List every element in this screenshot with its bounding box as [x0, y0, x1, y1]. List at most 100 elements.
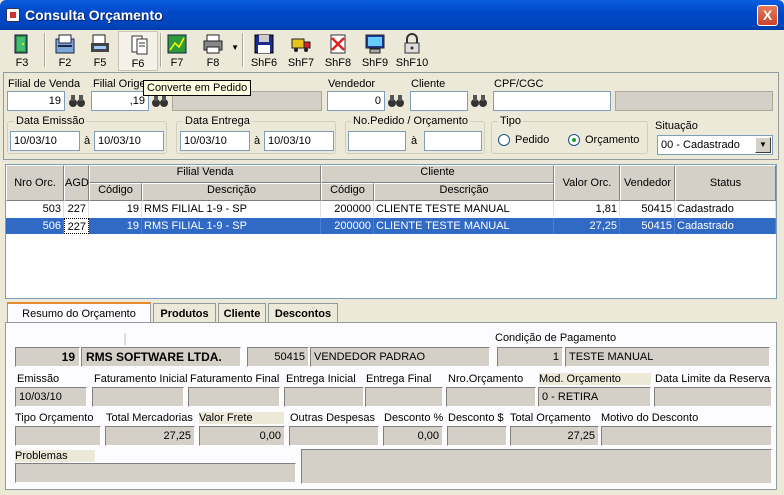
- print-preview-icon: [91, 34, 109, 52]
- cell-nro: 506: [6, 218, 64, 234]
- col-header-status[interactable]: Status: [675, 165, 776, 201]
- data-limite-label: Data Limite da Reserva: [655, 373, 770, 385]
- data-entrega-de[interactable]: 10/03/10: [180, 131, 250, 151]
- total-orcamento-value: 27,25: [510, 426, 599, 446]
- data-emissao-de[interactable]: 10/03/10: [10, 131, 80, 151]
- motivo-desconto-label: Motivo do Desconto: [601, 412, 699, 424]
- f2-button[interactable]: F2: [45, 31, 85, 71]
- col-header-nro[interactable]: Nro Orc.: [6, 165, 64, 201]
- tipo-orcamento-label: Tipo Orçamento: [15, 412, 94, 424]
- filial-venda-input[interactable]: 19: [7, 91, 65, 111]
- problemas-value: [15, 463, 296, 483]
- col-header-cliente-descricao[interactable]: Descrição: [374, 183, 554, 201]
- cliente-desc: [615, 91, 773, 111]
- shf9-button[interactable]: ShF9: [355, 31, 395, 71]
- tab-cliente[interactable]: Cliente: [218, 303, 266, 323]
- title-bar: Consulta Orçamento X: [0, 0, 784, 30]
- faturamento-inicial-label: Faturamento Inicial: [94, 373, 188, 385]
- date-range-separator: à: [84, 135, 91, 147]
- filial-origem-input[interactable]: ,19: [91, 91, 149, 111]
- resumo-filial-nome: RMS SOFTWARE LTDA.: [81, 347, 241, 367]
- chevron-down-icon[interactable]: ▼: [231, 43, 239, 52]
- total-mercadorias-value: 27,25: [105, 426, 195, 446]
- app-icon: [6, 8, 20, 22]
- resumo-condicao-codigo: 1: [497, 347, 563, 367]
- cliente-input[interactable]: [410, 91, 468, 111]
- tab-produtos[interactable]: Produtos: [153, 303, 216, 323]
- cell-cliente-codigo: 200000: [321, 201, 374, 217]
- shf7-button[interactable]: ShF7: [281, 31, 321, 71]
- nro-pedido-ate[interactable]: [424, 131, 482, 151]
- binoculars-icon[interactable]: [470, 93, 488, 109]
- desconto-pct-value: 0,00: [383, 426, 443, 446]
- problemas-detalhe: [301, 449, 772, 484]
- shf10-button[interactable]: ShF10: [392, 31, 432, 71]
- data-emissao-ate[interactable]: 10/03/10: [94, 131, 164, 151]
- col-header-filial-descricao[interactable]: Descrição: [142, 183, 321, 201]
- resumo-vendedor-nome: VENDEDOR PADRAO: [310, 347, 490, 367]
- col-header-filial-venda: Filial Venda: [89, 165, 321, 183]
- col-header-cliente-codigo[interactable]: Código: [321, 183, 374, 201]
- emissao-value: 10/03/10: [15, 387, 87, 407]
- spreadsheet-icon: [167, 34, 187, 54]
- tipo-pedido-radio[interactable]: [498, 134, 510, 146]
- resumo-filial-codigo: 19: [15, 347, 80, 367]
- f3-button[interactable]: F3: [2, 31, 42, 71]
- cell-status: Cadastrado: [675, 201, 776, 217]
- tab-resumo[interactable]: Resumo do Orçamento: [7, 302, 151, 324]
- situacao-select[interactable]: 00 - Cadastrado ▼: [657, 135, 773, 155]
- resumo-vendedor-codigo: 50415: [247, 347, 309, 367]
- binoculars-icon[interactable]: [68, 93, 86, 109]
- f8-button[interactable]: F8 ▼: [193, 31, 239, 71]
- shf6-button[interactable]: ShF6: [244, 31, 284, 71]
- f5-button[interactable]: F5: [80, 31, 120, 71]
- filial-venda-label: Filial de Venda: [8, 78, 81, 90]
- desconto-valor-label: Desconto $: [448, 412, 504, 424]
- outras-despesas-label: Outras Despesas: [290, 412, 375, 424]
- faturamento-final-value: [188, 387, 280, 407]
- cancel-document-icon: [330, 34, 346, 54]
- problemas-label: Problemas: [15, 450, 95, 462]
- tooltip: Converte em Pedido: [143, 80, 252, 96]
- shf8-button[interactable]: ShF8: [318, 31, 358, 71]
- tab-descontos[interactable]: Descontos: [268, 303, 338, 323]
- cell-cliente-descricao: CLIENTE TESTE MANUAL: [374, 218, 554, 234]
- cpf-label: CPF/CGC: [494, 78, 544, 90]
- data-entrega-ate[interactable]: 10/03/10: [264, 131, 334, 151]
- col-header-filial-codigo[interactable]: Código: [89, 183, 142, 201]
- cpf-input[interactable]: [493, 91, 611, 111]
- cliente-label: Cliente: [411, 78, 446, 90]
- cell-agd: 227: [64, 218, 89, 234]
- truck-icon: [291, 38, 311, 52]
- tipo-orcamento-label: Orçamento: [585, 134, 640, 146]
- cell-filial-codigo: 19: [89, 201, 142, 217]
- cell-filial-codigo: 19: [89, 218, 142, 234]
- cell-nro: 503: [6, 201, 64, 217]
- data-emissao-label: Data Emissão: [14, 115, 87, 127]
- nro-pedido-de[interactable]: [348, 131, 406, 151]
- cell-vendedor: 50415: [620, 218, 675, 234]
- vendedor-input[interactable]: 0: [327, 91, 385, 111]
- divider: [124, 333, 126, 345]
- data-entrega-label: Data Entrega: [183, 115, 252, 127]
- valor-frete-value: 0,00: [199, 426, 285, 446]
- f6-button[interactable]: F6: [118, 31, 158, 71]
- col-header-agd[interactable]: AGD: [64, 165, 89, 201]
- col-header-vendedor[interactable]: Vendedor: [620, 165, 675, 201]
- nro-pedido-label: No.Pedido / Orçamento: [351, 115, 470, 127]
- chevron-down-icon[interactable]: ▼: [755, 137, 771, 153]
- entrega-final-label: Entrega Final: [366, 373, 432, 385]
- binoculars-icon[interactable]: [387, 93, 405, 109]
- col-header-valor[interactable]: Valor Orc.: [554, 165, 620, 201]
- f7-button[interactable]: F7: [157, 31, 197, 71]
- date-range-separator: à: [254, 135, 261, 147]
- close-button[interactable]: X: [757, 5, 778, 26]
- cell-valor: 1,81: [554, 201, 620, 217]
- motivo-desconto-value: [601, 426, 772, 446]
- tipo-orcamento-radio[interactable]: [568, 134, 580, 146]
- orcamento-grid: Nro Orc. AGD Filial Venda Código Descriç…: [5, 164, 777, 299]
- window-title: Consulta Orçamento: [25, 7, 163, 23]
- cell-cliente-descricao: CLIENTE TESTE MANUAL: [374, 201, 554, 217]
- situacao-label: Situação: [655, 120, 698, 132]
- cell-agd: 227: [64, 201, 89, 217]
